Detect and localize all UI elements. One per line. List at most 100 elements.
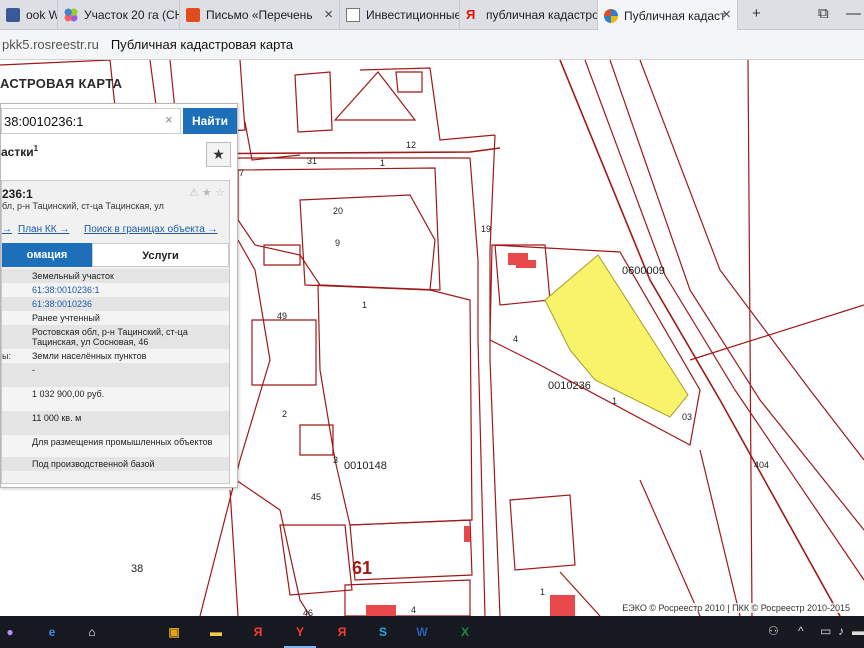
map-label: 404 — [754, 460, 770, 470]
facebook-icon — [6, 8, 20, 22]
attribute-row: Ранее учтенный — [2, 311, 229, 325]
yandex-icon[interactable]: Я — [332, 622, 352, 642]
display-icon[interactable]: ▭ — [820, 624, 831, 638]
star-icon: ★ — [212, 146, 225, 162]
edge-icon[interactable]: e — [42, 622, 62, 642]
map-label: 3 — [333, 455, 339, 465]
page-title: Публичная кадастровая карта — [110, 37, 294, 52]
parcel-boundary — [299, 424, 334, 456]
volume-icon[interactable]: ♪ — [838, 624, 844, 638]
address-bar[interactable]: pkk5.rosreestr.ru Публичная кадастровая … — [0, 30, 864, 60]
attribute-row: 11 000 кв. м — [2, 411, 229, 435]
new-tab-icon[interactable]: + — [752, 5, 761, 22]
clear-icon[interactable]: × — [165, 112, 173, 127]
building — [366, 605, 396, 616]
attribute-value: - — [32, 365, 35, 375]
parcel-boundary — [689, 304, 864, 361]
map-label: 20 — [333, 206, 344, 216]
address-url[interactable]: pkk5.rosreestr.ru — [2, 37, 99, 52]
map-label: 03 — [682, 412, 693, 422]
tab-label: публичная кадастро — [486, 8, 597, 22]
tab-label: Письмо «Перечень — [206, 8, 313, 22]
tab-services[interactable]: Услуги — [92, 243, 229, 267]
word-icon[interactable]: W — [412, 622, 432, 642]
parcel-boundary — [251, 319, 317, 386]
favorites-button[interactable]: ★ — [206, 142, 231, 167]
parcel-boundary — [344, 579, 471, 616]
attribute-row: Земельный участок — [2, 269, 229, 283]
attribute-value: Ростовская обл, р-н Тацинский, ст-ца Тац… — [32, 327, 188, 347]
file-explorer-icon[interactable]: ▬ — [206, 622, 226, 642]
attribute-row: 61:38:0010236 — [2, 297, 229, 311]
battery-icon[interactable]: ▬ — [852, 624, 864, 638]
attribute-row: Для размещения промышленных объектов — [2, 435, 229, 457]
map-label: 4 — [411, 605, 417, 615]
bookmarks-icon[interactable]: ⧉ — [818, 5, 829, 22]
map-label: 2 — [282, 409, 288, 419]
parcel-boundary — [299, 194, 436, 291]
skype-icon[interactable]: S — [373, 622, 393, 642]
card-tabs: омация Услуги — [2, 243, 229, 267]
attribute-value: Земли населённых пунктов — [32, 351, 147, 361]
find-button[interactable]: Найти — [183, 108, 237, 134]
people-icon[interactable]: ⚇ — [768, 624, 779, 638]
tab-label: Участок 20 га (СНТ, д — [84, 8, 179, 22]
results-header-label: астки — [1, 145, 34, 159]
map-label: 1 — [362, 300, 368, 310]
tab-label: Публичная кадаст — [624, 8, 726, 23]
building — [464, 526, 470, 542]
tab-yandex-search[interactable]: Я публичная кадастро — [460, 0, 598, 30]
rosreestr-icon — [604, 8, 618, 23]
document-icon — [346, 8, 360, 22]
plan-kk-link[interactable]: План КК → — [18, 224, 69, 235]
tab-investment[interactable]: Инвестиционные пр — [340, 0, 460, 30]
avito-icon — [64, 8, 78, 22]
building — [516, 260, 536, 268]
tab-cadastral-map[interactable]: Публичная кадаст × — [598, 0, 738, 31]
parcel-boundary — [747, 60, 753, 616]
store-icon[interactable]: ▣ — [164, 622, 184, 642]
map-label: 46 — [303, 608, 314, 616]
attribute-row: 61:38:0010236:1 — [2, 283, 229, 297]
results-count: 1 — [33, 144, 39, 153]
tab-facebook[interactable]: ook W — [0, 0, 58, 30]
browser-tab-bar: ook W Участок 20 га (СНТ, д Письмо «Пере… — [0, 0, 864, 31]
minimize-icon[interactable]: — — [846, 5, 861, 22]
map-label: 0010236 — [548, 380, 591, 392]
search-in-bounds-link[interactable]: Поиск в границах объекта → — [84, 224, 218, 235]
attribute-link[interactable]: 61:38:0010236 — [32, 299, 224, 309]
attribute-link[interactable]: 61:38:0010236:1 — [32, 285, 224, 295]
yandex-app-icon[interactable]: Я — [248, 622, 268, 642]
card-tools[interactable]: ⚠ ★ ☆ — [189, 186, 225, 199]
road-boundary — [489, 134, 501, 616]
home-icon[interactable]: ⌂ — [82, 622, 102, 642]
tab-avito-listing[interactable]: Участок 20 га (СНТ, д — [58, 0, 180, 30]
parcel-boundary — [317, 284, 473, 526]
tab-mail-letter[interactable]: Письмо «Перечень × — [180, 0, 340, 30]
map-copyright: ЕЭКО © Росреестр 2010 | ПКК © Росреестр … — [622, 603, 850, 613]
attribute-value: 11 000 кв. м — [32, 413, 82, 423]
map-label: 12 — [406, 140, 417, 150]
close-icon[interactable]: × — [324, 6, 333, 23]
map-label: 31 — [307, 156, 318, 166]
yandex-browser-icon[interactable]: Y — [284, 622, 316, 648]
close-icon[interactable]: × — [722, 6, 731, 23]
parcel-number: 236:1 — [2, 187, 33, 201]
attribute-value: Для размещения промышленных объектов — [32, 437, 213, 447]
map-label: 19 — [481, 224, 492, 234]
cortana-icon[interactable]: ● — [0, 622, 20, 642]
tab-information[interactable]: омация — [2, 243, 92, 267]
attribute-value: Земельный участок — [32, 271, 114, 281]
map-label: 0010148 — [344, 460, 387, 472]
parcel-card: 236:1 бл, р-н Тацинский, ст-ца Тацинская… — [1, 180, 230, 484]
yandex-icon: Я — [466, 7, 476, 22]
parcel-boundary — [237, 167, 441, 291]
tray-expand-icon[interactable]: ^ — [798, 624, 804, 638]
cadastral-search-input[interactable] — [1, 108, 181, 134]
parcel-address: бл, р-н Тацинский, ст-ца Тацинская, ул — [2, 201, 164, 211]
link-arrow-icon: → — [2, 224, 12, 235]
map-label: 9 — [335, 238, 341, 248]
excel-icon[interactable]: X — [455, 622, 475, 642]
tab-label: Инвестиционные пр — [366, 8, 459, 22]
parcel-boundary — [395, 71, 423, 93]
